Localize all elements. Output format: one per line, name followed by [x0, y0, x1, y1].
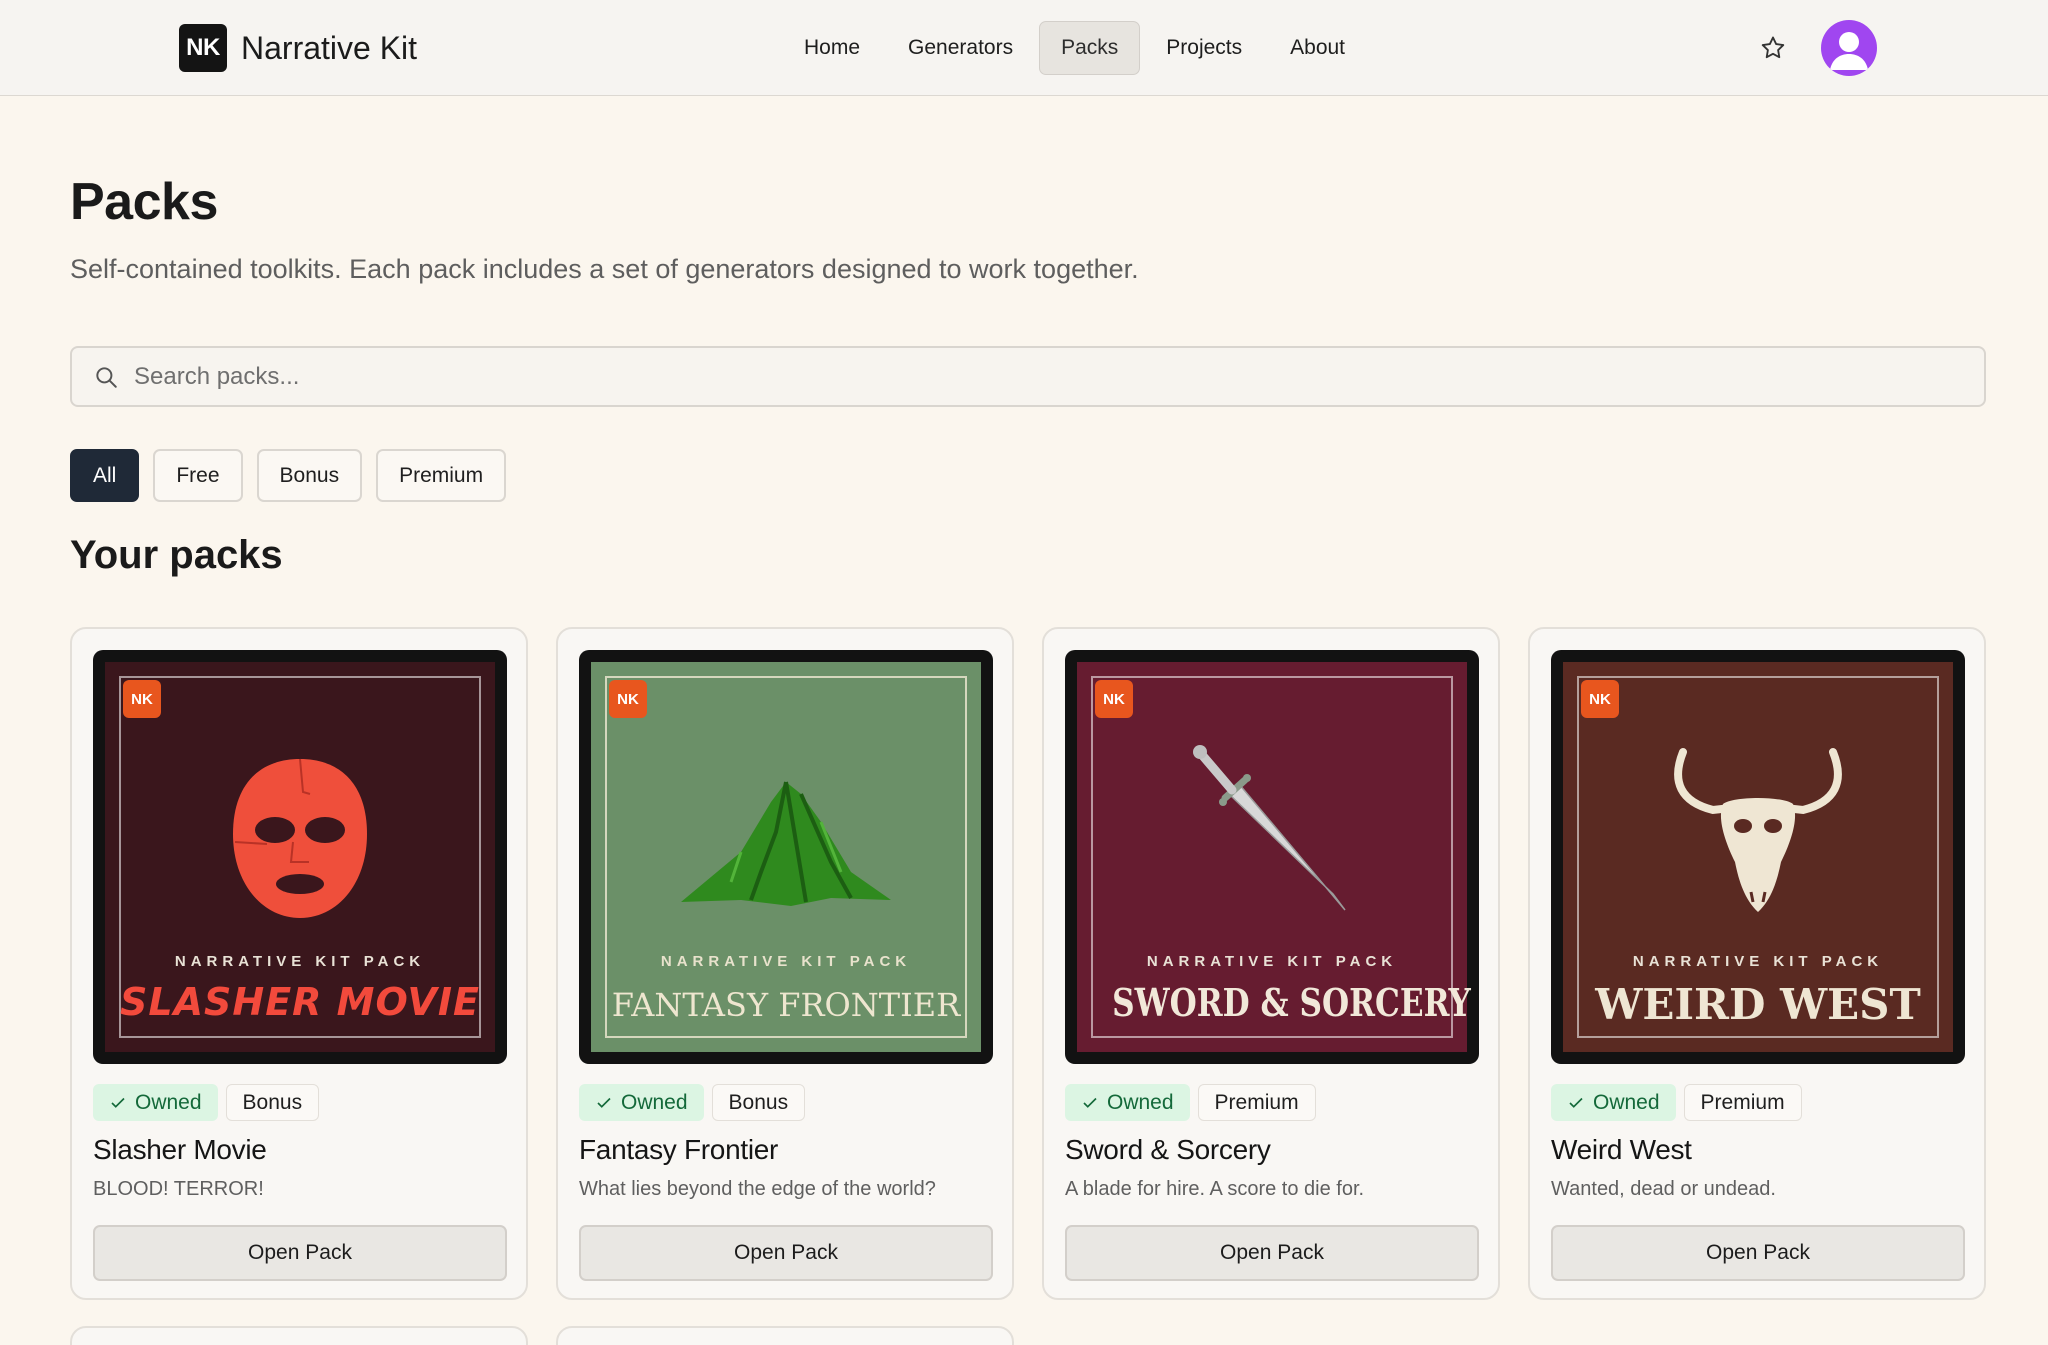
cover-art-panel: NK NARRATIVE KIT PACK SLASHER MOVIE	[105, 662, 495, 1052]
tier-badge: Bonus	[711, 1084, 806, 1121]
pack-card-weird-west[interactable]: NK NARRATIVE KIT PACK WEIRD WEST Owned P…	[1528, 627, 1986, 1300]
pack-name: Sword & Sorcery	[1065, 1134, 1271, 1165]
nav-generators[interactable]: Generators	[886, 21, 1035, 75]
pack-description: Wanted, dead or undead.	[1551, 1178, 1776, 1200]
star-icon[interactable]	[1756, 31, 1790, 65]
nav-projects[interactable]: Projects	[1144, 21, 1264, 75]
pack-description: A blade for hire. A score to die for.	[1065, 1178, 1365, 1200]
pack-description: What lies beyond the edge of the world?	[579, 1178, 936, 1200]
section-title: Your packs	[70, 533, 283, 577]
tier-badge: Bonus	[225, 1084, 320, 1121]
owned-label: Owned	[621, 1090, 688, 1114]
pack-card-partial[interactable]	[556, 1326, 1014, 1345]
pack-tags: Owned Premium	[1551, 1084, 1802, 1121]
filter-premium[interactable]: Premium	[376, 449, 507, 502]
cover-kicker: NARRATIVE KIT PACK	[1632, 953, 1884, 970]
cover-badge: NK	[123, 680, 161, 718]
nav-home[interactable]: Home	[782, 21, 882, 75]
tier-badge: Premium	[1683, 1084, 1802, 1121]
pack-card-sword-sorcery[interactable]: NK NARRATIVE KIT PACK SWORD & SORCERY Ow…	[1042, 627, 1500, 1300]
cover-title: SLASHER MOVIE	[120, 980, 480, 1024]
check-icon	[597, 1097, 611, 1108]
cover-title: WEIRD WEST	[1595, 980, 1921, 1029]
page-title: Packs	[70, 173, 218, 231]
mountain-icon	[681, 781, 891, 906]
pack-name: Weird West	[1551, 1134, 1692, 1165]
pack-tags: Owned Premium	[1065, 1084, 1316, 1121]
sword-icon	[1193, 745, 1346, 911]
cover-art-panel: NK NARRATIVE KIT PACK WEIRD WEST	[1563, 662, 1953, 1052]
filter-chips: All Free Bonus Premium	[70, 449, 507, 502]
open-pack-button[interactable]: Open Pack	[93, 1225, 507, 1281]
logo-mark: NK	[179, 24, 227, 72]
cover-badge: NK	[1581, 680, 1619, 718]
cover-badge: NK	[609, 680, 647, 718]
search-input[interactable]	[134, 362, 1934, 391]
open-pack-button[interactable]: Open Pack	[579, 1225, 993, 1281]
open-pack-button[interactable]: Open Pack	[1551, 1225, 1965, 1281]
cover-art-panel: NK NARRATIVE KIT PACK FANTASY FRONTIER	[591, 662, 981, 1052]
pack-card-fantasy-frontier[interactable]: NK NARRATIVE KIT PACK FANTASY FRONTIER O…	[556, 627, 1014, 1300]
pack-card-slasher-movie[interactable]: NK NARRATIVE KIT PACK SLASHER MOVIE Owne…	[70, 627, 528, 1300]
filter-bonus[interactable]: Bonus	[256, 449, 363, 502]
check-icon	[1083, 1097, 1097, 1108]
page-subtitle: Self-contained toolkits. Each pack inclu…	[70, 254, 1139, 284]
user-avatar-icon[interactable]	[1821, 20, 1877, 76]
logo-text: Narrative Kit	[241, 29, 418, 66]
pack-name: Fantasy Frontier	[579, 1134, 779, 1165]
cover-title: FANTASY FRONTIER	[611, 986, 961, 1024]
pack-cover[interactable]: NK NARRATIVE KIT PACK FANTASY FRONTIER	[579, 650, 993, 1064]
nav-packs[interactable]: Packs	[1039, 21, 1141, 75]
tier-badge: Premium	[1197, 1084, 1316, 1121]
owned-label: Owned	[135, 1090, 202, 1114]
check-icon	[1569, 1097, 1583, 1108]
bull-skull-icon	[1674, 748, 1842, 912]
main-nav: Home Generators Packs Projects About	[782, 21, 1367, 75]
pack-card-partial[interactable]	[70, 1326, 528, 1345]
top-nav-bar: NK Narrative Kit Home Generators Packs P…	[0, 0, 2048, 96]
cover-kicker: NARRATIVE KIT PACK	[1146, 953, 1398, 970]
owned-badge: Owned	[579, 1084, 704, 1121]
pack-cover[interactable]: NK NARRATIVE KIT PACK SLASHER MOVIE	[93, 650, 507, 1064]
owned-badge: Owned	[1065, 1084, 1190, 1121]
cover-art-panel: NK NARRATIVE KIT PACK SWORD & SORCERY	[1077, 662, 1471, 1052]
pack-name: Slasher Movie	[93, 1134, 267, 1165]
open-pack-button[interactable]: Open Pack	[1065, 1225, 1479, 1281]
owned-badge: Owned	[93, 1084, 218, 1121]
check-icon	[111, 1097, 125, 1108]
brand-logo[interactable]: NK Narrative Kit	[179, 24, 417, 72]
owned-label: Owned	[1107, 1090, 1174, 1114]
pack-description: BLOOD! TERROR!	[93, 1178, 264, 1200]
filter-free[interactable]: Free	[153, 449, 243, 502]
pack-cover[interactable]: NK NARRATIVE KIT PACK SWORD & SORCERY	[1065, 650, 1479, 1064]
cover-kicker: NARRATIVE KIT PACK	[174, 953, 426, 970]
mask-icon	[233, 758, 367, 918]
cover-kicker: NARRATIVE KIT PACK	[660, 953, 912, 970]
filter-all[interactable]: All	[70, 449, 140, 502]
search-icon	[92, 363, 120, 391]
owned-badge: Owned	[1551, 1084, 1676, 1121]
nav-about[interactable]: About	[1268, 21, 1367, 75]
cover-title: SWORD & SORCERY	[1112, 980, 1471, 1025]
owned-label: Owned	[1593, 1090, 1660, 1114]
pack-tags: Owned Bonus	[93, 1084, 320, 1121]
search-bar[interactable]	[70, 346, 1986, 407]
pack-cover[interactable]: NK NARRATIVE KIT PACK WEIRD WEST	[1551, 650, 1965, 1064]
cover-badge: NK	[1095, 680, 1133, 718]
pack-tags: Owned Bonus	[579, 1084, 806, 1121]
